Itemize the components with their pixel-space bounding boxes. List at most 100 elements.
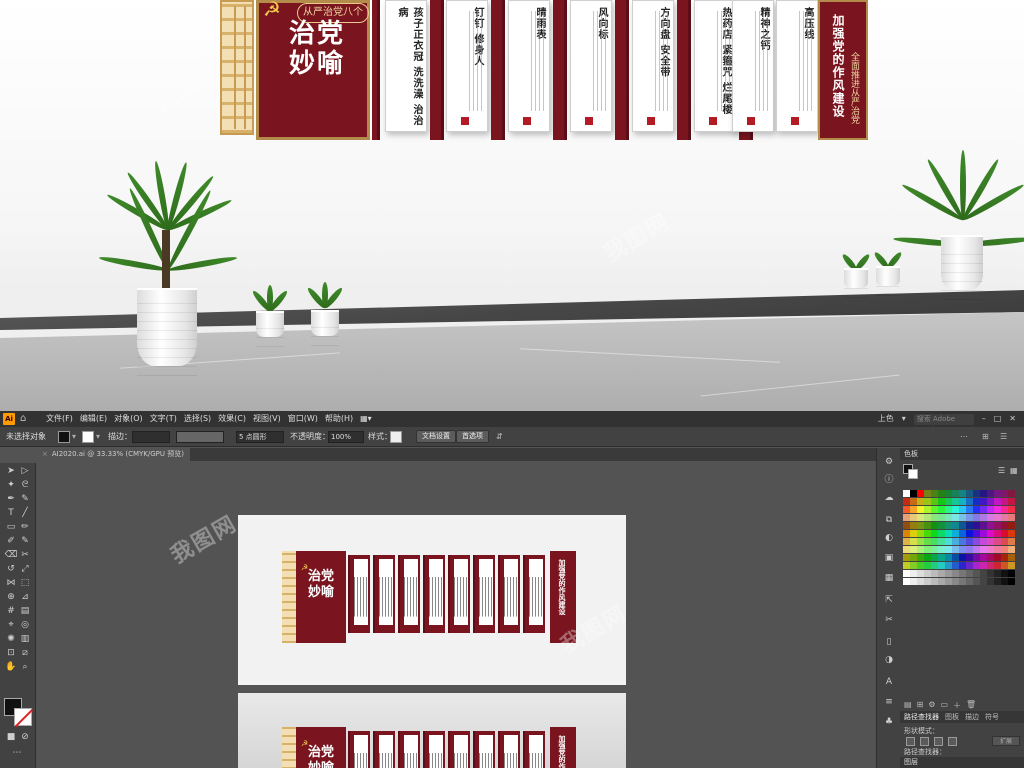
show-kinds-icon[interactable]: ⊞ <box>917 700 924 711</box>
color-swatch[interactable] <box>973 562 980 569</box>
color-swatch[interactable] <box>931 490 938 497</box>
color-swatch[interactable] <box>952 538 959 545</box>
properties-icon[interactable]: ⚙ <box>883 456 895 468</box>
color-swatch[interactable] <box>917 506 924 513</box>
color-swatch[interactable] <box>945 498 952 505</box>
color-swatch[interactable] <box>945 530 952 537</box>
color-swatch[interactable] <box>910 490 917 497</box>
document-setup-button[interactable]: 文档设置 <box>416 430 456 443</box>
color-swatch[interactable] <box>959 514 966 521</box>
transform-icon[interactable]: ⧉ <box>883 514 895 526</box>
color-swatch[interactable] <box>938 554 945 561</box>
color-swatch[interactable] <box>938 530 945 537</box>
color-swatch[interactable] <box>945 578 952 585</box>
perspective-grid-tool-icon[interactable]: ⊿ <box>18 591 32 603</box>
color-swatch[interactable] <box>917 530 924 537</box>
color-swatch[interactable] <box>945 538 952 545</box>
color-swatch[interactable] <box>945 506 952 513</box>
slice-tool-icon[interactable]: ⧄ <box>18 647 32 659</box>
color-swatch[interactable] <box>938 578 945 585</box>
color-swatch[interactable] <box>903 530 910 537</box>
color-swatch[interactable] <box>924 498 931 505</box>
stock-search-input[interactable]: 搜索 Adobe Stock <box>913 413 974 434</box>
color-swatch[interactable] <box>952 498 959 505</box>
color-swatch[interactable] <box>973 522 980 529</box>
color-swatch[interactable] <box>966 570 973 577</box>
color-swatch[interactable] <box>917 562 924 569</box>
paragraph-icon[interactable]: ≡ <box>883 696 895 708</box>
swatches-tab[interactable]: 色板 <box>904 450 918 458</box>
color-swatch[interactable] <box>910 530 917 537</box>
color-swatch[interactable] <box>1001 530 1008 537</box>
swatch-grid[interactable] <box>903 490 1021 585</box>
document-canvas[interactable]: ☭ 治党妙喻 加强党的作风建设 ☭ 治党 加强党的作风建设 我图网 我图网 <box>37 462 875 768</box>
stroke-dropdown-icon[interactable]: ▾ <box>96 427 100 447</box>
menu-object[interactable]: 对象(O) <box>114 411 143 427</box>
color-swatch[interactable] <box>910 546 917 553</box>
color-swatch[interactable] <box>980 506 987 513</box>
color-swatch[interactable] <box>952 570 959 577</box>
line-tool-icon[interactable]: ╱ <box>18 507 32 519</box>
stroke-weight-field[interactable] <box>132 431 170 443</box>
color-swatch[interactable] <box>910 506 917 513</box>
color-swatch[interactable] <box>1001 506 1008 513</box>
color-swatch[interactable] <box>952 546 959 553</box>
symbols-icon[interactable]: ♣ <box>883 716 895 728</box>
color-swatch[interactable] <box>931 498 938 505</box>
color-swatch[interactable] <box>903 562 910 569</box>
rectangle-tool-icon[interactable]: ▭ <box>4 521 18 533</box>
color-swatch[interactable] <box>987 498 994 505</box>
color-swatch[interactable] <box>1008 546 1015 553</box>
color-swatch[interactable] <box>987 490 994 497</box>
type-tool-icon[interactable]: T <box>4 507 18 519</box>
color-swatch[interactable] <box>952 578 959 585</box>
color-swatch[interactable] <box>980 578 987 585</box>
color-swatch[interactable] <box>980 570 987 577</box>
color-swatch[interactable] <box>903 546 910 553</box>
appearance-icon[interactable]: ◐ <box>883 532 895 544</box>
intersect-icon[interactable] <box>934 737 943 746</box>
color-swatch[interactable] <box>966 554 973 561</box>
color-swatch[interactable] <box>903 506 910 513</box>
color-swatch[interactable] <box>910 498 917 505</box>
tab-close-icon[interactable]: × <box>42 450 48 458</box>
color-swatch[interactable] <box>966 506 973 513</box>
color-swatch[interactable] <box>924 490 931 497</box>
color-swatch[interactable] <box>987 562 994 569</box>
color-swatch[interactable] <box>966 538 973 545</box>
color-swatch[interactable] <box>959 570 966 577</box>
color-swatch[interactable] <box>959 490 966 497</box>
graphic-styles-icon[interactable]: ▣ <box>883 552 895 564</box>
color-swatch[interactable] <box>938 570 945 577</box>
scale-tool-icon[interactable]: ⤢ <box>18 563 32 575</box>
width-tool-icon[interactable]: ⋈ <box>4 577 18 589</box>
variable-width-field[interactable] <box>176 431 224 443</box>
color-swatch[interactable] <box>987 514 994 521</box>
color-swatch[interactable] <box>952 554 959 561</box>
color-swatch[interactable] <box>994 498 1001 505</box>
color-swatch[interactable] <box>980 490 987 497</box>
expand-button[interactable]: 扩展 <box>992 736 1020 746</box>
pencil-tool-icon[interactable]: ✎ <box>18 535 32 547</box>
color-swatch[interactable] <box>980 514 987 521</box>
artboard[interactable]: ☭ 治党妙喻 加强党的作风建设 <box>238 515 626 685</box>
eraser-tool-icon[interactable]: ⌫ <box>4 549 18 561</box>
color-swatch[interactable] <box>1001 522 1008 529</box>
maximize-icon[interactable]: □ <box>994 411 1002 427</box>
color-swatch[interactable] <box>952 506 959 513</box>
color-swatch[interactable] <box>924 554 931 561</box>
color-swatch[interactable] <box>1001 578 1008 585</box>
color-swatch[interactable] <box>924 578 931 585</box>
color-swatch[interactable] <box>924 546 931 553</box>
paintbrush-tool-icon[interactable]: ✏ <box>18 521 32 533</box>
color-swatch[interactable] <box>987 578 994 585</box>
color-swatch[interactable] <box>994 522 1001 529</box>
color-swatch[interactable] <box>959 522 966 529</box>
color-swatch[interactable] <box>924 514 931 521</box>
color-swatch[interactable] <box>924 562 931 569</box>
stroke-swatch[interactable] <box>82 431 94 443</box>
color-swatch[interactable] <box>1001 546 1008 553</box>
color-swatch[interactable] <box>910 554 917 561</box>
swatch-options-icon[interactable]: ⚙ <box>928 700 935 711</box>
none-mode-icon[interactable]: ⊘ <box>18 731 32 743</box>
